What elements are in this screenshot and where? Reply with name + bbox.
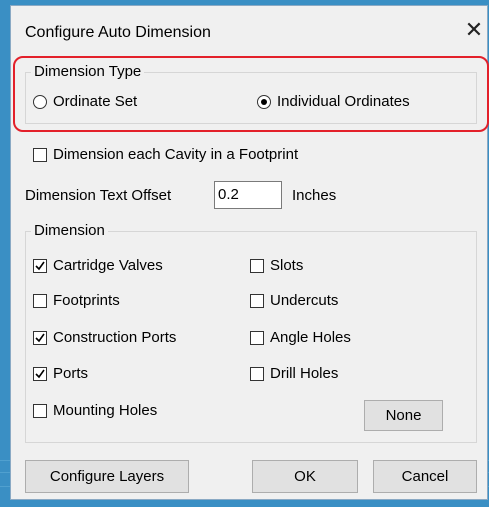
dimension-each-cavity-label[interactable]: Dimension each Cavity in a Footprint [53, 146, 298, 163]
text-offset-unit: Inches [292, 187, 337, 204]
text-offset-label: Dimension Text Offset [25, 187, 172, 204]
text-offset-input[interactable]: 0.2 [214, 181, 282, 209]
angle-holes-checkbox[interactable] [250, 331, 264, 345]
mounting-holes-checkbox[interactable] [33, 404, 47, 418]
dimension-each-cavity-checkbox[interactable] [33, 148, 47, 162]
slots-label[interactable]: Slots [270, 257, 303, 274]
individual-ordinates-label[interactable]: Individual Ordinates [277, 93, 410, 110]
undercuts-label[interactable]: Undercuts [270, 292, 338, 309]
check-icon [35, 333, 45, 343]
angle-holes-label[interactable]: Angle Holes [270, 329, 351, 346]
ordinate-set-radio[interactable] [33, 95, 47, 109]
configure-layers-button[interactable]: Configure Layers [25, 460, 189, 493]
ports-checkbox[interactable] [33, 367, 47, 381]
cartridge-valves-checkbox[interactable] [33, 259, 47, 273]
construction-ports-checkbox[interactable] [33, 331, 47, 345]
configure-auto-dimension-dialog: Configure Auto Dimension ✕ Dimension Typ… [10, 5, 489, 500]
close-icon[interactable]: ✕ [459, 15, 489, 45]
individual-ordinates-radio[interactable] [257, 95, 271, 109]
footprints-label[interactable]: Footprints [53, 292, 120, 309]
mounting-holes-label[interactable]: Mounting Holes [53, 402, 157, 419]
ok-button[interactable]: OK [252, 460, 358, 493]
ports-label[interactable]: Ports [53, 365, 88, 382]
cartridge-valves-label[interactable]: Cartridge Valves [53, 257, 163, 274]
dialog-title: Configure Auto Dimension [25, 24, 211, 41]
drill-holes-label[interactable]: Drill Holes [270, 365, 338, 382]
construction-ports-label[interactable]: Construction Ports [53, 329, 176, 346]
ordinate-set-label[interactable]: Ordinate Set [53, 93, 137, 110]
slots-checkbox[interactable] [250, 259, 264, 273]
none-button[interactable]: None [364, 400, 443, 431]
check-icon [35, 261, 45, 271]
check-icon [35, 369, 45, 379]
drill-holes-checkbox[interactable] [250, 367, 264, 381]
footprints-checkbox[interactable] [33, 294, 47, 308]
cancel-button[interactable]: Cancel [373, 460, 477, 493]
undercuts-checkbox[interactable] [250, 294, 264, 308]
dimension-group-label: Dimension [31, 222, 108, 239]
